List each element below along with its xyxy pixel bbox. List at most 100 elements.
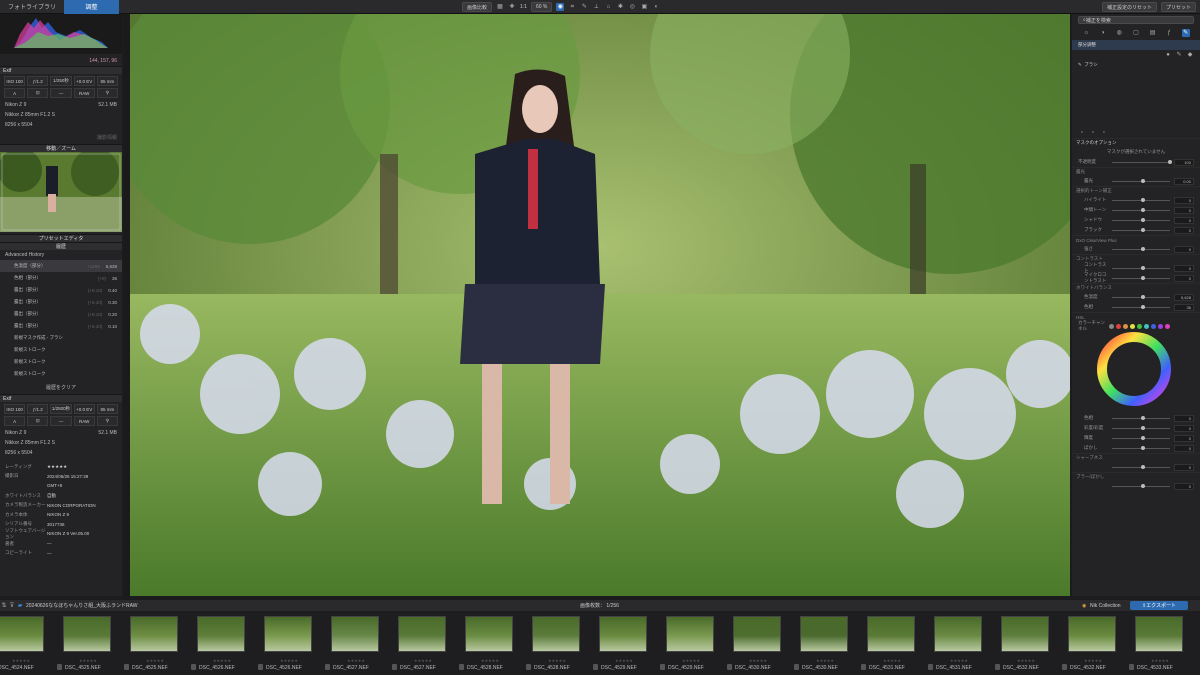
thumb-rating[interactable]: ★★★★★ [481,658,499,663]
history-item[interactable]: 露出（部分） (+0.10) 0.20 [0,308,122,320]
layers-icon[interactable]: ▤ [1149,29,1157,37]
adjust-slider[interactable] [1112,179,1170,183]
thumb-rating[interactable]: ★★★★★ [414,658,432,663]
color-channel-dot[interactable] [1144,323,1149,329]
reset-button[interactable]: 補正設定のリセット [1101,2,1157,12]
export-button[interactable]: ⇪ エクスポート [1130,601,1188,610]
filmstrip-thumb[interactable]: ★★★★★ DSC_4531.NEF [928,616,985,672]
navigator-preview[interactable] [0,148,122,232]
history-item[interactable]: 色相（部分） (+0) 36 [0,272,122,284]
move-icon[interactable]: ✚ [508,3,516,11]
hsl-value[interactable]: 0 [1174,444,1194,452]
redeye-icon[interactable]: ◎ [628,3,636,11]
preset-editor-header[interactable]: プリセットエディタ [0,234,122,242]
history-item[interactable]: 露出（部分） (+0.10) 0.40 [0,284,122,296]
blur-slider[interactable] [1112,484,1170,488]
hsl-slider[interactable] [1112,426,1170,430]
hsl-value[interactable]: 0 [1174,434,1194,442]
tab-library[interactable]: フォトライブラリ [0,0,64,14]
history-item[interactable]: 色温度（部分） +1293 5,628 [0,260,122,272]
history-item[interactable]: 露出（部分） (+0.10) 0.30 [0,296,122,308]
hsl-slider[interactable] [1112,446,1170,450]
mask-tool-icon[interactable]: ● [1164,51,1172,59]
repair-icon[interactable]: ✱ [616,3,624,11]
fx-icon[interactable]: ƒ [1165,29,1173,37]
color-channel-dot[interactable] [1165,323,1170,329]
adjust-slider[interactable] [1112,218,1170,222]
filmstrip-thumb[interactable]: ★★★★★ DSC_4530.NEF [794,616,851,672]
adjust-value[interactable]: 0 [1174,216,1194,224]
crop-icon[interactable]: ⌗ [568,3,576,11]
filmstrip-thumb[interactable]: ★★★★★ DSC_4524.NEF [0,616,47,672]
filmstrip-thumb[interactable]: ★★★★★ DSC_4531.NEF [861,616,918,672]
thumb-rating[interactable]: ★★★★★ [1017,658,1035,663]
adjust-value[interactable]: 0.00 [1174,177,1194,185]
adjust-slider[interactable] [1112,295,1170,299]
hsl-value[interactable]: 0 [1174,414,1194,422]
history-item[interactable]: 新規ストローク [0,356,122,368]
opacity-slider[interactable] [1112,160,1172,164]
adjust-value[interactable]: 0 [1174,274,1194,282]
brush-tool-icon[interactable]: ✎ [1175,51,1183,59]
color-channel-dot[interactable] [1109,323,1114,329]
color-icon[interactable]: ◑ [1099,29,1107,37]
thumb-rating[interactable]: ★★★★★ [79,658,97,663]
filmstrip-thumb[interactable]: ★★★★★ DSC_4526.NEF [258,616,315,672]
geometry-icon[interactable]: ▢ [1132,29,1140,37]
filmstrip-thumb[interactable]: ★★★★★ DSC_4529.NEF [660,616,717,672]
adjust-slider[interactable] [1112,266,1170,270]
compare-button[interactable]: 画像比較 [462,2,493,12]
filmstrip-thumb[interactable]: ★★★★★ DSC_4528.NEF [526,616,583,672]
filmstrip-thumb[interactable]: ★★★★★ DSC_4527.NEF [392,616,449,672]
thumb-rating[interactable]: ★★★★★ [548,658,566,663]
adjust-section-header[interactable]: 選択的トーン補正 [1072,186,1200,195]
folder-icon[interactable]: ▰ [16,602,24,610]
thumb-rating[interactable]: ★★★★★ [883,658,901,663]
eraser-tool-icon[interactable]: ◆ [1186,51,1194,59]
nav-section-header[interactable]: 移動／ズーム [0,144,122,152]
exif2-section-header[interactable]: Exif [0,394,122,402]
photo-viewer[interactable] [130,14,1070,596]
adjust-slider[interactable] [1112,228,1170,232]
filmstrip-thumb[interactable]: ★★★★★ DSC_4532.NEF [995,616,1052,672]
thumb-rating[interactable]: ★★★★★ [615,658,633,663]
adjust-section-header[interactable]: ホワイトバランス [1072,283,1200,292]
presets-button[interactable]: プリセット [1160,2,1196,12]
clear-history-button[interactable]: 履歴をクリア [46,384,76,391]
filmstrip-thumb[interactable]: ★★★★★ DSC_4526.NEF [191,616,248,672]
thumb-rating[interactable]: ★★★★★ [213,658,231,663]
filmstrip-thumb[interactable]: ★★★★★ DSC_4527.NEF [325,616,382,672]
correction-search-input[interactable]: ⌕ 補正を検索 [1078,16,1194,24]
color-channel-dot[interactable] [1137,323,1142,329]
adjust-section-header[interactable]: DxO ClearView Plus [1072,235,1200,244]
blur-value[interactable]: 0 [1174,482,1194,490]
hsl-slider[interactable] [1112,416,1170,420]
adjust-value[interactable]: 0 [1174,245,1194,253]
filmstrip-thumb[interactable]: ★★★★★ DSC_4533.NEF [1129,616,1186,672]
color-channel-dot[interactable] [1130,323,1135,329]
thumb-rating[interactable]: ★★★★★ [146,658,164,663]
sharpness-value[interactable]: 0 [1174,463,1194,471]
detail-icon[interactable]: ◍ [1115,29,1123,37]
adjust-value[interactable]: 36 [1174,303,1194,311]
history-header[interactable]: 履歴 [0,242,122,250]
adjust-value[interactable]: 0 [1174,226,1194,234]
hsl-value[interactable]: 0 [1174,424,1194,432]
sharpness-slider[interactable] [1112,465,1170,469]
adjust-section-header[interactable]: 露光 [1072,167,1200,176]
horizon-icon[interactable]: ⟂ [592,3,600,11]
sharpness-title[interactable]: シャープネス [1076,455,1103,461]
thumb-rating[interactable]: ★★★★★ [1151,658,1169,663]
eye-icon[interactable]: ◐ [652,3,660,11]
nik-button[interactable]: Nik Collection [1090,603,1121,609]
adjust-value[interactable]: 5,628 [1174,293,1194,301]
history-item[interactable]: 新規ストローク [0,368,122,380]
opacity-value[interactable]: 100 [1174,158,1194,166]
adjust-slider[interactable] [1112,198,1170,202]
brush-label[interactable]: ブラシ [1084,62,1097,68]
filmstrip-thumb[interactable]: ★★★★★ DSC_4532.NEF [1062,616,1119,672]
blur-title[interactable]: ブラー/ぼかし [1076,474,1104,480]
color-channel-dot[interactable] [1116,323,1121,329]
dup-mask-icon[interactable]: ▫ [1089,129,1097,137]
grid-icon[interactable]: ▦ [496,3,504,11]
